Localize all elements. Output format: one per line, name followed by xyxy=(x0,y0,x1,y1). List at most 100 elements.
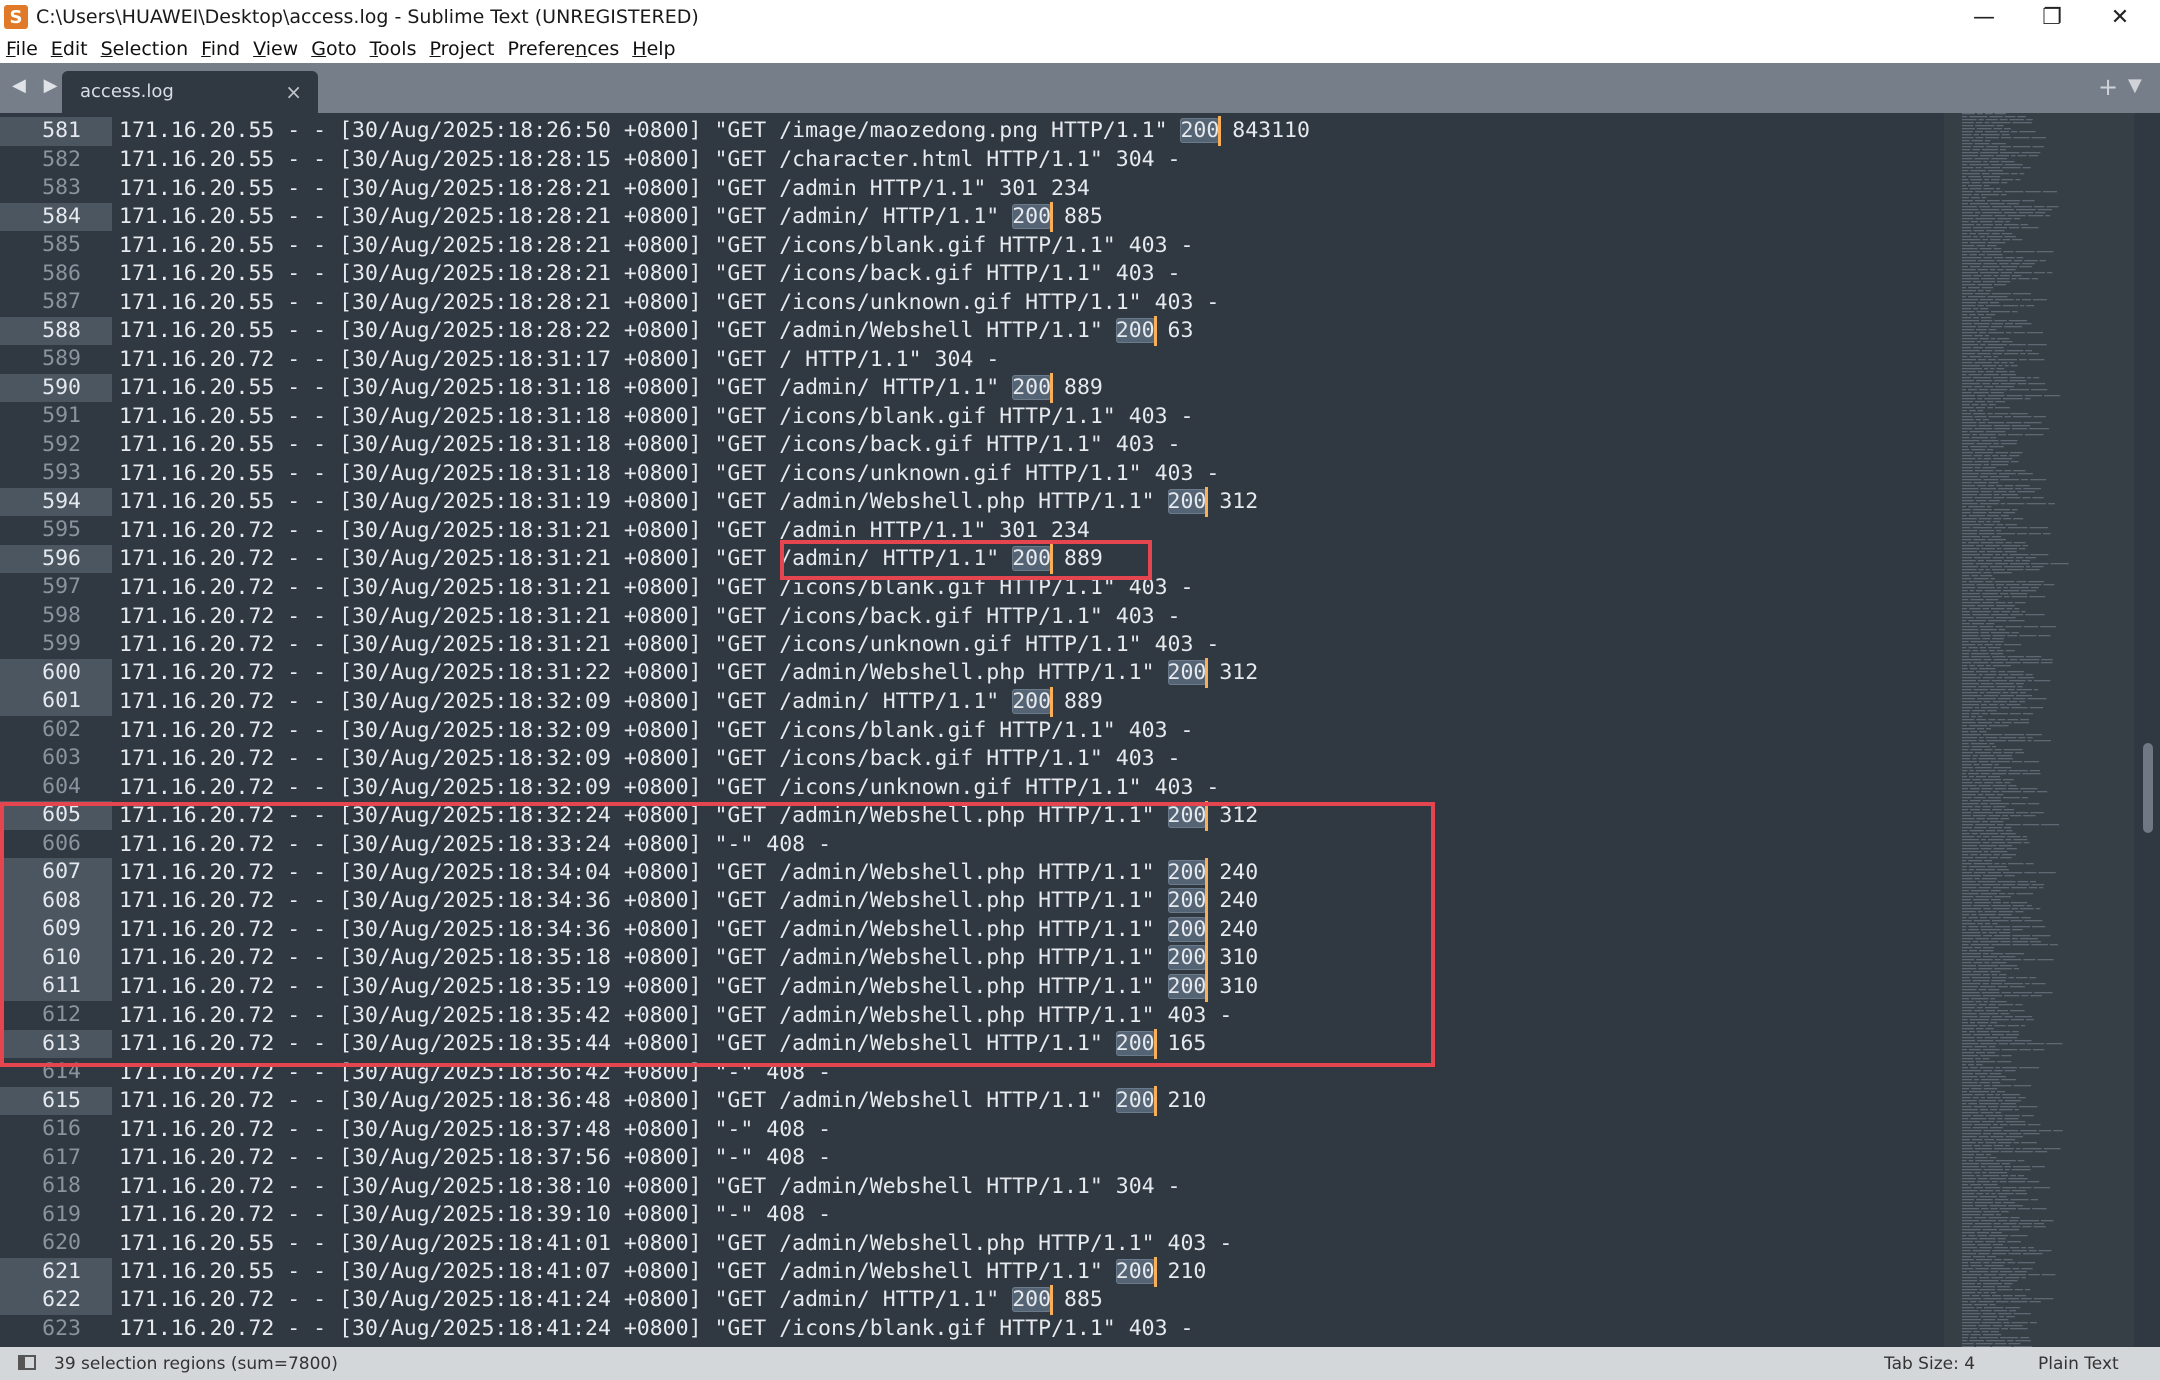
line-text[interactable]: 171.16.20.72 - - [30/Aug/2025:18:38:10 +… xyxy=(112,1174,1181,1199)
tab-access-log[interactable]: access.log × xyxy=(62,71,318,113)
menu-item-help[interactable]: Help xyxy=(632,38,675,60)
code-line[interactable]: 595 171.16.20.72 - - [30/Aug/2025:18:31:2… xyxy=(0,516,1940,545)
code-line[interactable]: 596 171.16.20.72 - - [30/Aug/2025:18:31:2… xyxy=(0,544,1940,574)
code-line[interactable]: 600 171.16.20.72 - - [30/Aug/2025:18:31:2… xyxy=(0,658,1940,689)
line-text[interactable]: 171.16.20.72 - - [30/Aug/2025:18:33:24 +… xyxy=(112,832,831,857)
code-line[interactable]: 599 171.16.20.72 - - [30/Aug/2025:18:31:2… xyxy=(0,630,1940,659)
line-text[interactable]: 171.16.20.72 - - [30/Aug/2025:18:35:44 +… xyxy=(112,1028,1206,1059)
panel-toggle-icon[interactable] xyxy=(18,1355,36,1370)
code-line[interactable]: 591 171.16.20.55 - - [30/Aug/2025:18:31:1… xyxy=(0,402,1940,431)
code-line[interactable]: 622 171.16.20.72 - - [30/Aug/2025:18:41:2… xyxy=(0,1285,1940,1316)
code-line[interactable]: 587 171.16.20.55 - - [30/Aug/2025:18:28:2… xyxy=(0,288,1940,317)
minimize-button[interactable]: — xyxy=(1950,0,2018,34)
line-text[interactable]: 171.16.20.72 - - [30/Aug/2025:18:35:18 +… xyxy=(112,943,1258,974)
vertical-scrollbar-thumb[interactable] xyxy=(2143,743,2153,833)
code-line[interactable]: 597 171.16.20.72 - - [30/Aug/2025:18:31:2… xyxy=(0,573,1940,602)
editor-area[interactable]: 581 171.16.20.55 - - [30/Aug/2025:18:26:5… xyxy=(0,113,2160,1347)
code-line[interactable]: 604 171.16.20.72 - - [30/Aug/2025:18:32:0… xyxy=(0,773,1940,802)
line-text[interactable]: 171.16.20.72 - - [30/Aug/2025:18:35:19 +… xyxy=(112,971,1258,1002)
menu-item-edit[interactable]: Edit xyxy=(51,38,88,60)
tab-navigation-arrows-icon[interactable]: ◀ ▶ xyxy=(12,75,63,96)
close-button[interactable]: ✕ xyxy=(2086,0,2154,34)
line-text[interactable]: 171.16.20.72 - - [30/Aug/2025:18:32:09 +… xyxy=(112,775,1219,800)
code-line[interactable]: 585 171.16.20.55 - - [30/Aug/2025:18:28:2… xyxy=(0,231,1940,260)
line-text[interactable]: 171.16.20.72 - - [30/Aug/2025:18:34:36 +… xyxy=(112,886,1258,917)
restore-button[interactable]: ❐ xyxy=(2018,0,2086,34)
line-text[interactable]: 171.16.20.72 - - [30/Aug/2025:18:37:48 +… xyxy=(112,1117,831,1142)
line-text[interactable]: 171.16.20.55 - - [30/Aug/2025:18:28:21 +… xyxy=(112,261,1181,286)
code-line[interactable]: 581 171.16.20.55 - - [30/Aug/2025:18:26:5… xyxy=(0,116,1940,147)
code-line[interactable]: 614 171.16.20.72 - - [30/Aug/2025:18:36:4… xyxy=(0,1058,1940,1087)
line-text[interactable]: 171.16.20.72 - - [30/Aug/2025:18:31:22 +… xyxy=(112,658,1258,689)
line-text[interactable]: 171.16.20.55 - - [30/Aug/2025:18:31:18 +… xyxy=(112,461,1219,486)
line-text[interactable]: 171.16.20.55 - - [30/Aug/2025:18:28:22 +… xyxy=(112,315,1193,346)
line-text[interactable]: 171.16.20.55 - - [30/Aug/2025:18:31:18 +… xyxy=(112,432,1181,457)
code-line[interactable]: 610 171.16.20.72 - - [30/Aug/2025:18:35:1… xyxy=(0,943,1940,974)
line-text[interactable]: 171.16.20.55 - - [30/Aug/2025:18:28:21 +… xyxy=(112,290,1219,315)
code-line[interactable]: 613 171.16.20.72 - - [30/Aug/2025:18:35:4… xyxy=(0,1028,1940,1059)
line-text[interactable]: 171.16.20.72 - - [30/Aug/2025:18:32:09 +… xyxy=(112,746,1181,771)
menu-item-preferences[interactable]: Preferences xyxy=(508,38,620,60)
line-text[interactable]: 171.16.20.72 - - [30/Aug/2025:18:35:42 +… xyxy=(112,1003,1232,1028)
code-line[interactable]: 619 171.16.20.72 - - [30/Aug/2025:18:39:1… xyxy=(0,1201,1940,1230)
line-text[interactable]: 171.16.20.72 - - [30/Aug/2025:18:31:17 +… xyxy=(112,347,999,372)
code-line[interactable]: 602 171.16.20.72 - - [30/Aug/2025:18:32:0… xyxy=(0,716,1940,745)
line-text[interactable]: 171.16.20.72 - - [30/Aug/2025:18:31:21 +… xyxy=(112,544,1103,574)
syntax-indicator[interactable]: Plain Text xyxy=(2038,1354,2119,1374)
tab-close-icon[interactable]: × xyxy=(285,80,302,104)
line-text[interactable]: 171.16.20.72 - - [30/Aug/2025:18:32:09 +… xyxy=(112,686,1103,717)
code-line[interactable]: 592 171.16.20.55 - - [30/Aug/2025:18:31:1… xyxy=(0,431,1940,460)
code-line[interactable]: 589 171.16.20.72 - - [30/Aug/2025:18:31:1… xyxy=(0,345,1940,374)
code-line[interactable]: 598 171.16.20.72 - - [30/Aug/2025:18:31:2… xyxy=(0,602,1940,631)
line-text[interactable]: 171.16.20.72 - - [30/Aug/2025:18:32:09 +… xyxy=(112,718,1193,743)
code-line[interactable]: 612 171.16.20.72 - - [30/Aug/2025:18:35:4… xyxy=(0,1001,1940,1030)
code-lines[interactable]: 581 171.16.20.55 - - [30/Aug/2025:18:26:5… xyxy=(0,116,1940,1344)
code-line[interactable]: 605 171.16.20.72 - - [30/Aug/2025:18:32:2… xyxy=(0,800,1940,831)
line-text[interactable]: 171.16.20.72 - - [30/Aug/2025:18:32:24 +… xyxy=(112,800,1258,831)
line-text[interactable]: 171.16.20.72 - - [30/Aug/2025:18:39:10 +… xyxy=(112,1202,831,1227)
menu-item-goto[interactable]: Goto xyxy=(311,38,356,60)
code-line[interactable]: 586 171.16.20.55 - - [30/Aug/2025:18:28:2… xyxy=(0,260,1940,289)
line-text[interactable]: 171.16.20.55 - - [30/Aug/2025:18:31:19 +… xyxy=(112,486,1258,517)
code-line[interactable]: 620 171.16.20.55 - - [30/Aug/2025:18:41:0… xyxy=(0,1229,1940,1258)
code-line[interactable]: 588 171.16.20.55 - - [30/Aug/2025:18:28:2… xyxy=(0,315,1940,346)
menu-item-project[interactable]: Project xyxy=(429,38,494,60)
line-text[interactable]: 171.16.20.55 - - [30/Aug/2025:18:31:18 +… xyxy=(112,372,1103,403)
code-line[interactable]: 582 171.16.20.55 - - [30/Aug/2025:18:28:1… xyxy=(0,146,1940,175)
code-line[interactable]: 616 171.16.20.72 - - [30/Aug/2025:18:37:4… xyxy=(0,1115,1940,1144)
code-line[interactable]: 611 171.16.20.72 - - [30/Aug/2025:18:35:1… xyxy=(0,971,1940,1002)
line-text[interactable]: 171.16.20.55 - - [30/Aug/2025:18:28:21 +… xyxy=(112,201,1103,232)
menu-item-tools[interactable]: Tools xyxy=(370,38,417,60)
code-line[interactable]: 606 171.16.20.72 - - [30/Aug/2025:18:33:2… xyxy=(0,830,1940,859)
code-line[interactable]: 608 171.16.20.72 - - [30/Aug/2025:18:34:3… xyxy=(0,886,1940,917)
menu-item-file[interactable]: File xyxy=(6,38,38,60)
code-line[interactable]: 584 171.16.20.55 - - [30/Aug/2025:18:28:2… xyxy=(0,201,1940,232)
tab-menu-icon[interactable]: ▼ xyxy=(2128,75,2142,96)
line-text[interactable]: 171.16.20.72 - - [30/Aug/2025:18:31:21 +… xyxy=(112,604,1181,629)
line-text[interactable]: 171.16.20.72 - - [30/Aug/2025:18:31:21 +… xyxy=(112,518,1090,543)
line-text[interactable]: 171.16.20.55 - - [30/Aug/2025:18:41:07 +… xyxy=(112,1256,1206,1287)
line-text[interactable]: 171.16.20.72 - - [30/Aug/2025:18:36:42 +… xyxy=(112,1060,831,1085)
code-line[interactable]: 607 171.16.20.72 - - [30/Aug/2025:18:34:0… xyxy=(0,857,1940,888)
line-text[interactable]: 171.16.20.55 - - [30/Aug/2025:18:28:15 +… xyxy=(112,147,1181,172)
code-line[interactable]: 617 171.16.20.72 - - [30/Aug/2025:18:37:5… xyxy=(0,1144,1940,1173)
code-line[interactable]: 623 171.16.20.72 - - [30/Aug/2025:18:41:2… xyxy=(0,1315,1940,1344)
tab-size-indicator[interactable]: Tab Size: 4 xyxy=(1884,1354,1975,1374)
line-text[interactable]: 171.16.20.72 - - [30/Aug/2025:18:37:56 +… xyxy=(112,1145,831,1170)
line-text[interactable]: 171.16.20.55 - - [30/Aug/2025:18:28:21 +… xyxy=(112,176,1090,201)
code-line[interactable]: 601 171.16.20.72 - - [30/Aug/2025:18:32:0… xyxy=(0,686,1940,717)
menu-item-view[interactable]: View xyxy=(253,38,298,60)
line-text[interactable]: 171.16.20.55 - - [30/Aug/2025:18:41:01 +… xyxy=(112,1231,1232,1256)
line-text[interactable]: 171.16.20.72 - - [30/Aug/2025:18:41:24 +… xyxy=(112,1316,1193,1341)
code-line[interactable]: 609 171.16.20.72 - - [30/Aug/2025:18:34:3… xyxy=(0,914,1940,945)
code-line[interactable]: 618 171.16.20.72 - - [30/Aug/2025:18:38:1… xyxy=(0,1172,1940,1201)
code-line[interactable]: 603 171.16.20.72 - - [30/Aug/2025:18:32:0… xyxy=(0,744,1940,773)
code-line[interactable]: 615 171.16.20.72 - - [30/Aug/2025:18:36:4… xyxy=(0,1085,1940,1116)
code-line[interactable]: 594 171.16.20.55 - - [30/Aug/2025:18:31:1… xyxy=(0,486,1940,517)
line-text[interactable]: 171.16.20.72 - - [30/Aug/2025:18:36:48 +… xyxy=(112,1085,1206,1116)
line-text[interactable]: 171.16.20.72 - - [30/Aug/2025:18:34:04 +… xyxy=(112,857,1258,888)
minimap[interactable] xyxy=(1940,113,2140,1347)
code-line[interactable]: 593 171.16.20.55 - - [30/Aug/2025:18:31:1… xyxy=(0,459,1940,488)
code-line[interactable]: 621 171.16.20.55 - - [30/Aug/2025:18:41:0… xyxy=(0,1256,1940,1287)
line-text[interactable]: 171.16.20.72 - - [30/Aug/2025:18:31:21 +… xyxy=(112,575,1193,600)
